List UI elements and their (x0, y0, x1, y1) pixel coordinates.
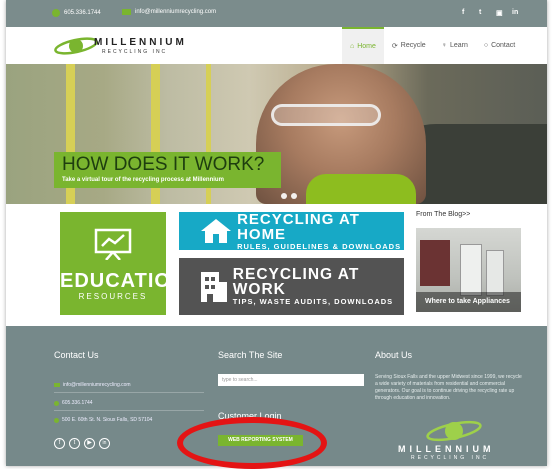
footer-logo-word: MILLENNIUM (398, 444, 495, 454)
footer-youtube-icon[interactable]: ▶ (84, 438, 95, 449)
youtube-icon[interactable]: ▣ (496, 9, 503, 17)
twitter-icon[interactable]: t (479, 9, 481, 16)
nav-contact-label: Contact (491, 42, 516, 49)
top-phone[interactable]: 605.336.1744 (52, 9, 101, 17)
house-icon (201, 219, 231, 243)
nav-recycle[interactable]: ⟳ Recycle (384, 27, 434, 64)
blog-post-card[interactable]: Where to take Appliances (416, 228, 521, 312)
home-tile-subtitle: RULES, GUIDELINES & DOWNLOADS (237, 241, 402, 251)
footer-address-text: 500 E. 60th St. N. Sioux Falls, SD 57104 (62, 417, 153, 423)
nav-home-label: Home (357, 43, 376, 50)
footer-phone-text: 605.336.1744 (62, 400, 93, 406)
footer-globe-icon (426, 420, 482, 442)
office-building-icon (201, 271, 227, 302)
nav-home[interactable]: ⌂ Home (342, 27, 384, 64)
logo-wordmark: MILLENNIUM (94, 37, 187, 48)
linkedin-icon[interactable]: in (512, 9, 518, 16)
about-heading: About Us (375, 350, 413, 360)
globe-swoosh-icon (54, 37, 98, 55)
page-frame: 605.336.1744 info@millenniumrecycling.co… (6, 0, 547, 466)
hero-safety-glasses (271, 104, 381, 126)
footer-phone[interactable]: 605.336.1744 (54, 400, 93, 406)
top-email[interactable]: info@millenniumrecycling.com (122, 9, 216, 15)
blog-post-caption: Where to take Appliances (416, 292, 521, 312)
blog-sign-graphic (420, 240, 450, 286)
work-tile-title: RECYCLING AT WORK (232, 266, 360, 298)
footer-address: 500 E. 60th St. N. Sioux Falls, SD 57104 (54, 417, 152, 423)
divider (54, 410, 204, 411)
phone-icon (54, 400, 59, 406)
footer-email-text: info@millenniumrecycling.com (63, 382, 131, 388)
divider (54, 392, 204, 393)
nav-contact[interactable]: ○ Contact (476, 27, 523, 64)
recycling-at-home-tile[interactable]: RECYCLING AT HOME RULES, GUIDELINES & DO… (179, 210, 404, 251)
presentation-board-icon (94, 228, 132, 260)
blog-fridge-graphic (486, 250, 504, 296)
home-tile-title: RECYCLING AT HOME (237, 210, 360, 243)
phone-text: 605.336.1744 (64, 10, 101, 16)
logo-subtitle: RECYCLING INC (102, 49, 168, 55)
search-input[interactable]: type to search... (218, 374, 364, 386)
slider-dots (281, 193, 297, 199)
site-logo[interactable]: MILLENNIUM RECYCLING INC (54, 33, 204, 59)
chat-icon: ○ (483, 42, 489, 49)
footer-email[interactable]: info@millenniumrecycling.com (54, 382, 131, 388)
about-text: Serving Sioux Falls and the upper Midwes… (375, 374, 522, 401)
blog-heading[interactable]: From The Blog>> (416, 211, 470, 218)
bulb-icon: ♀ (441, 42, 447, 49)
recycle-icon: ⟳ (391, 42, 398, 50)
email-text: info@millenniumrecycling.com (135, 9, 217, 15)
contact-heading: Contact Us (54, 350, 99, 360)
slider-dot[interactable] (291, 193, 297, 199)
work-tile-subtitle: TIPS, WASTE AUDITS, DOWNLOADS (232, 297, 394, 306)
nav-recycle-label: Recycle (400, 42, 426, 49)
education-title: EDUCATION (60, 270, 187, 292)
blog-fridge-graphic (460, 244, 482, 296)
home-icon: ⌂ (350, 43, 355, 50)
hero-caption[interactable]: HOW DOES IT WORK? Take a virtual tour of… (54, 152, 281, 188)
red-annotation-circle (177, 417, 327, 469)
main-nav: ⌂ Home ⟳ Recycle ♀ Learn ○ Contact (342, 27, 523, 64)
education-subtitle: RESOURCES (78, 292, 148, 301)
location-icon (54, 417, 59, 423)
footer-facebook-icon[interactable]: f (54, 438, 65, 449)
hero-title: HOW DOES IT WORK? (62, 154, 265, 175)
mail-icon (122, 9, 131, 15)
hero-subtitle: Take a virtual tour of the recycling pro… (62, 177, 224, 183)
education-resources-tile[interactable]: EDUCATION RESOURCES (60, 212, 187, 315)
facebook-icon[interactable]: f (462, 9, 464, 16)
footer-linkedin-icon[interactable]: in (99, 438, 110, 449)
slider-dot[interactable] (281, 193, 287, 199)
footer-twitter-icon[interactable]: t (69, 438, 80, 449)
phone-icon (52, 9, 60, 17)
nav-learn-label: Learn (449, 42, 468, 49)
top-bar: 605.336.1744 info@millenniumrecycling.co… (6, 0, 547, 27)
mail-icon (54, 383, 60, 387)
recycling-at-work-tile[interactable]: RECYCLING AT WORK TIPS, WASTE AUDITS, DO… (179, 258, 404, 315)
hero-worker-collar (306, 174, 416, 204)
search-heading: Search The Site (218, 350, 283, 360)
footer-logo-sub: RECYCLING INC (411, 455, 490, 461)
nav-learn[interactable]: ♀ Learn (434, 27, 476, 64)
site-header: MILLENNIUM RECYCLING INC ⌂ Home ⟳ Recycl… (6, 27, 547, 64)
